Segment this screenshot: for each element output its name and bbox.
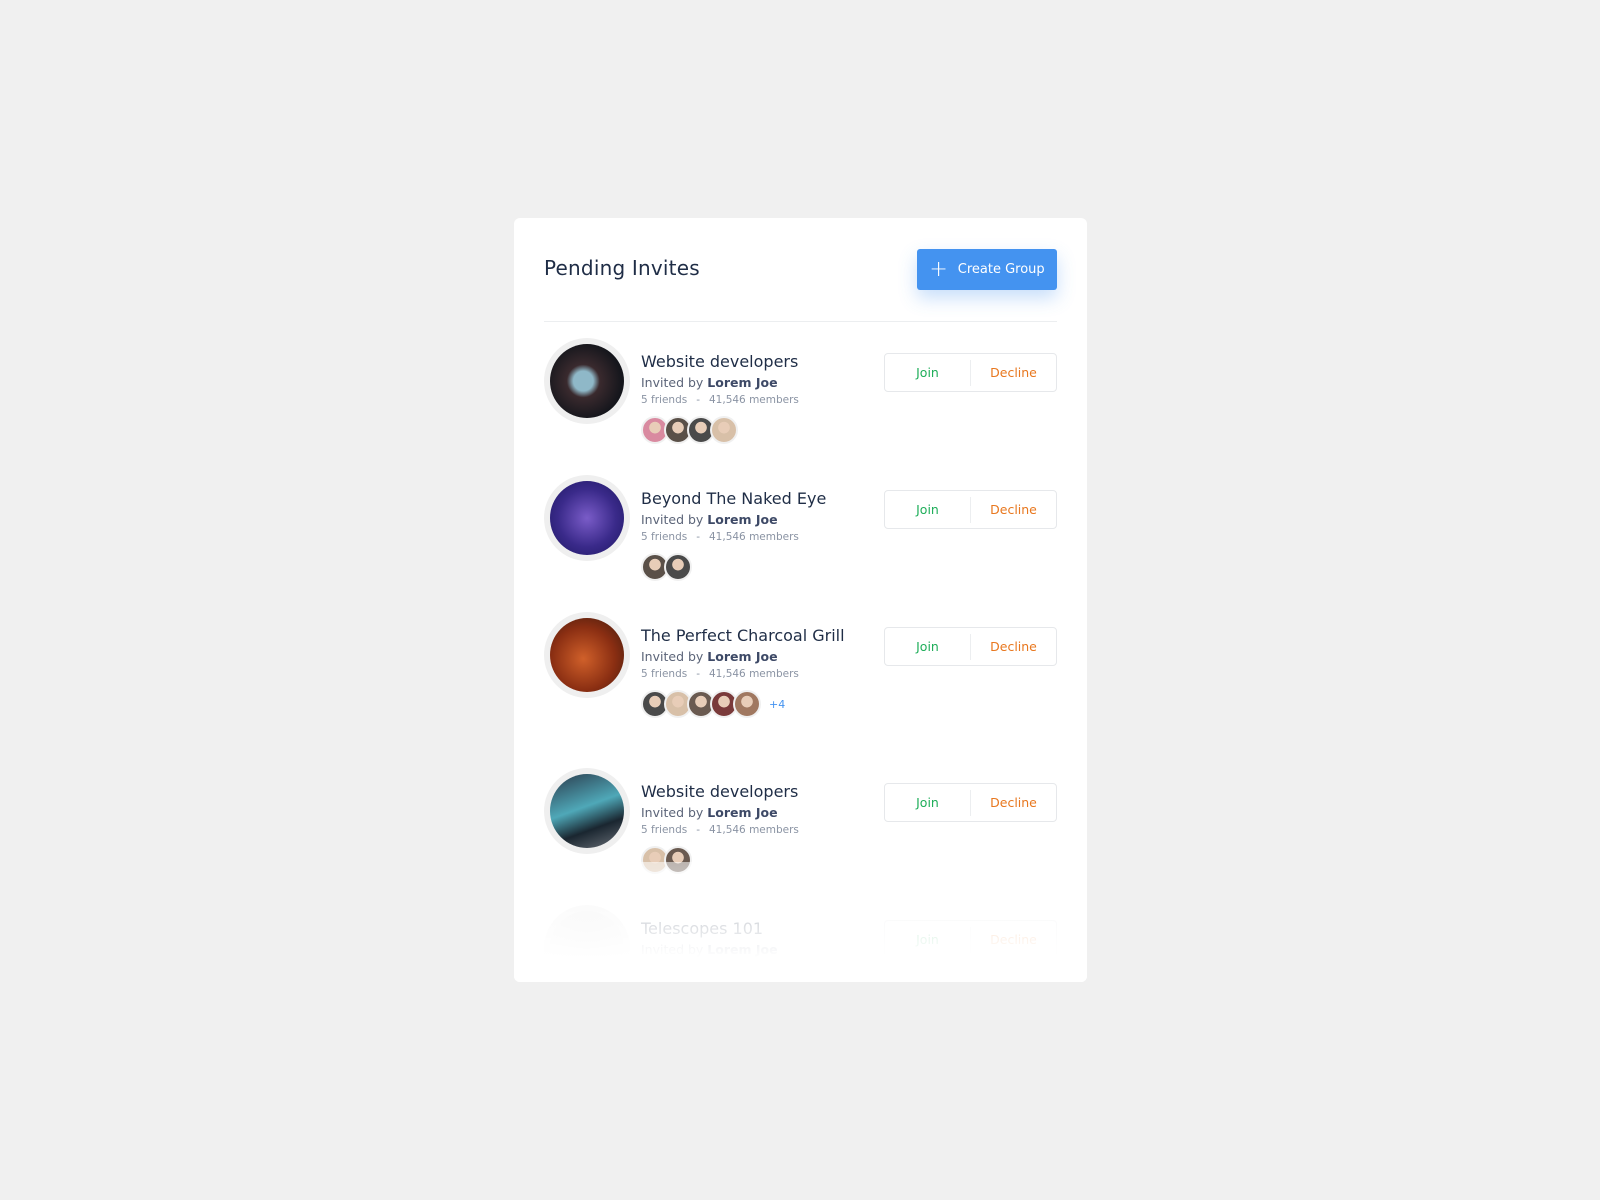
group-name[interactable]: The Perfect Charcoal Grill xyxy=(641,626,851,645)
friend-avatar[interactable] xyxy=(664,553,692,581)
create-group-label: Create Group xyxy=(957,262,1045,277)
inviter-name[interactable]: Lorem Joe xyxy=(707,512,777,527)
friend-avatars: +4 xyxy=(641,690,851,718)
decline-button[interactable]: Decline xyxy=(971,784,1056,821)
plus-icon: + xyxy=(929,256,948,282)
group-meta: 5 friends-41,546 members xyxy=(641,531,851,543)
invite-actions: Join Decline xyxy=(884,490,1057,529)
decline-button[interactable]: Decline xyxy=(971,354,1056,391)
friend-avatars xyxy=(641,416,851,444)
decline-button[interactable]: Decline xyxy=(971,628,1056,665)
invited-prefix: Invited by xyxy=(641,375,704,390)
invite-actions: Join Decline xyxy=(884,627,1057,666)
invited-prefix: Invited by xyxy=(641,805,704,820)
invited-by: Invited by Lorem Joe xyxy=(641,512,851,527)
friends-count: 5 friends xyxy=(641,824,688,836)
group-avatar[interactable] xyxy=(544,338,630,424)
invite-actions: Join Decline xyxy=(884,353,1057,392)
join-button[interactable]: Join xyxy=(885,628,970,665)
pending-invites-card: Pending Invites + Create Group Website d… xyxy=(514,218,1087,982)
members-count: 41,546 members xyxy=(709,824,799,836)
invited-by: Invited by Lorem Joe xyxy=(641,649,851,664)
friend-avatars xyxy=(641,553,851,581)
group-meta: 5 friends-41,546 members xyxy=(641,668,851,680)
invited-by: Invited by Lorem Joe xyxy=(641,375,851,390)
group-avatar[interactable] xyxy=(544,612,630,698)
decline-button[interactable]: Decline xyxy=(971,491,1056,528)
friends-count: 5 friends xyxy=(641,668,688,680)
separator: - xyxy=(696,531,700,543)
group-name[interactable]: Beyond The Naked Eye xyxy=(641,489,851,508)
invite-actions: Join Decline xyxy=(884,783,1057,822)
invited-prefix: Invited by xyxy=(641,512,704,527)
join-button[interactable]: Join xyxy=(885,354,970,391)
create-group-button[interactable]: + Create Group xyxy=(917,249,1057,290)
group-name[interactable]: Website developers xyxy=(641,782,851,801)
join-button[interactable]: Join xyxy=(885,784,970,821)
separator: - xyxy=(696,668,700,680)
group-meta: 5 friends-41,546 members xyxy=(641,824,851,836)
separator: - xyxy=(696,824,700,836)
group-avatar[interactable] xyxy=(544,768,630,854)
members-count: 41,546 members xyxy=(709,394,799,406)
friends-count: 5 friends xyxy=(641,394,688,406)
friends-count: 5 friends xyxy=(641,531,688,543)
inviter-name[interactable]: Lorem Joe xyxy=(707,805,777,820)
inviter-name[interactable]: Lorem Joe xyxy=(707,375,777,390)
friend-avatar[interactable] xyxy=(710,416,738,444)
invited-by: Invited by Lorem Joe xyxy=(641,805,851,820)
page-title: Pending Invites xyxy=(544,256,700,280)
more-friends-count[interactable]: +4 xyxy=(769,698,785,711)
inviter-name[interactable]: Lorem Joe xyxy=(707,649,777,664)
invited-prefix: Invited by xyxy=(641,649,704,664)
members-count: 41,546 members xyxy=(709,668,799,680)
divider xyxy=(544,321,1057,322)
friend-avatar[interactable] xyxy=(733,690,761,718)
fade-overlay xyxy=(514,862,1087,982)
join-button[interactable]: Join xyxy=(885,491,970,528)
group-meta: 5 friends-41,546 members xyxy=(641,394,851,406)
group-name[interactable]: Website developers xyxy=(641,352,851,371)
group-avatar[interactable] xyxy=(544,475,630,561)
separator: - xyxy=(696,394,700,406)
members-count: 41,546 members xyxy=(709,531,799,543)
